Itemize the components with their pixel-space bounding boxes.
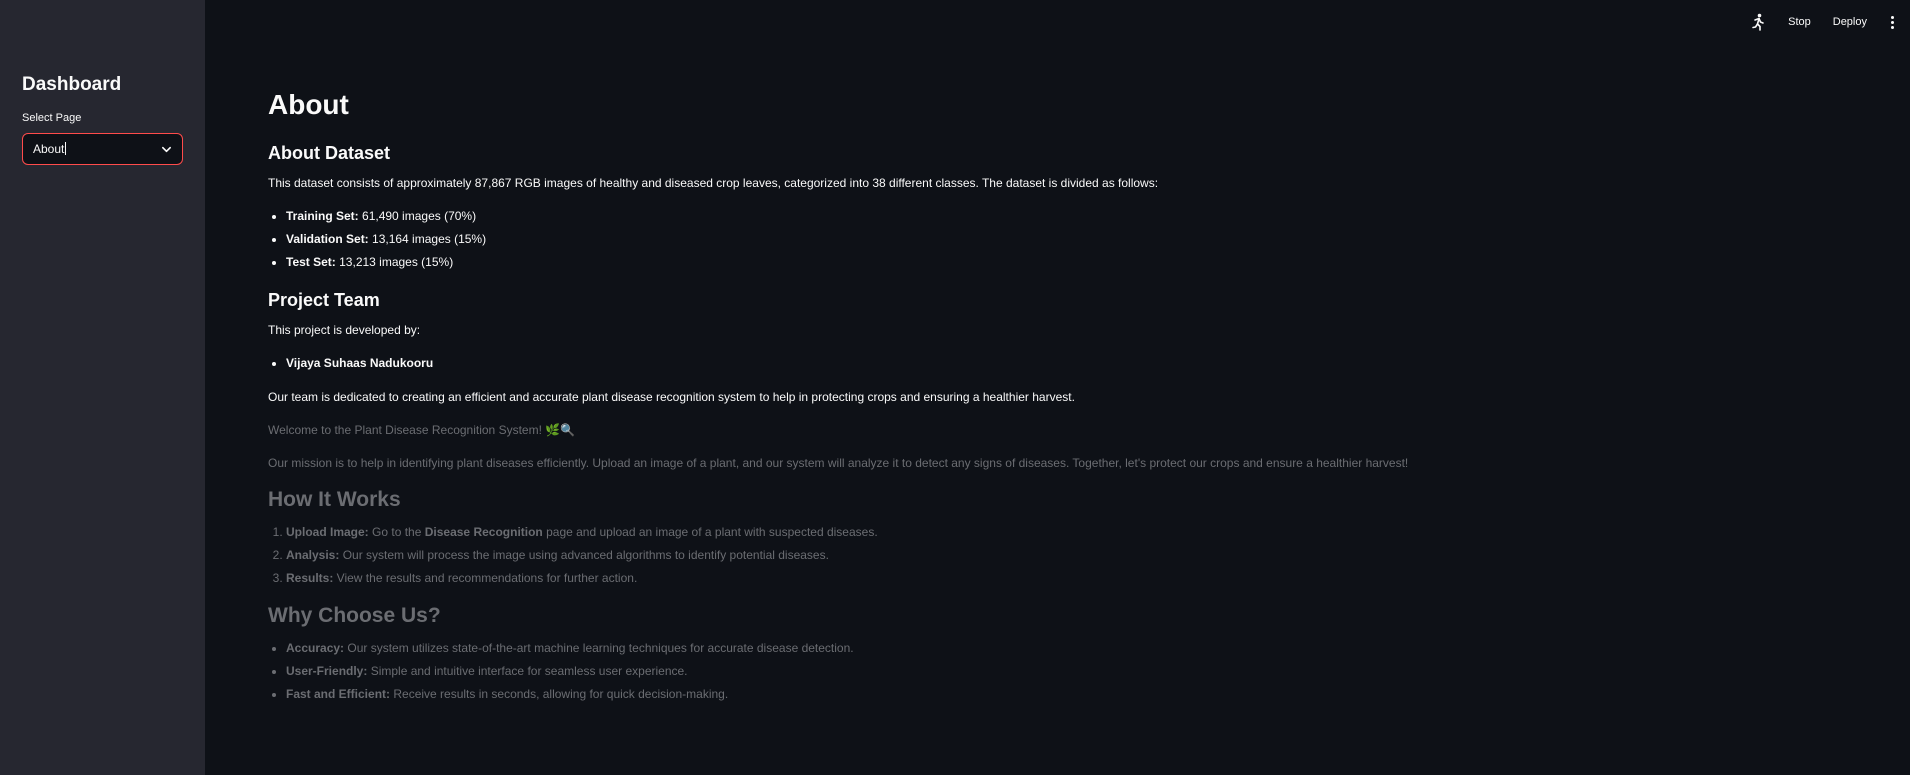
kebab-menu-icon[interactable] — [1889, 15, 1896, 29]
list-item: User-Friendly: Simple and intuitive inte… — [286, 662, 1868, 680]
team-list: Vijaya Suhaas Nadukooru — [268, 354, 1868, 372]
page-title: About — [268, 89, 349, 120]
why-heading: Why Choose Us? — [268, 604, 441, 627]
team-closing: Our team is dedicated to creating an eff… — [268, 390, 1075, 404]
dataset-list: Training Set: 61,490 images (70%) Valida… — [268, 207, 1868, 271]
select-page-label: Select Page — [22, 112, 82, 124]
stale-home-content: Welcome to the Plant Disease Recognition… — [268, 421, 1868, 703]
app-root: Dashboard Select Page About Stop Deploy … — [0, 0, 1910, 775]
dataset-intro: This dataset consists of approximately 8… — [268, 176, 1159, 190]
chevron-down-icon — [160, 143, 172, 155]
running-person-icon — [1750, 13, 1766, 31]
list-item: Vijaya Suhaas Nadukooru — [286, 354, 1868, 372]
sidebar: Dashboard Select Page About — [0, 0, 205, 775]
list-item: Fast and Efficient: Receive results in s… — [286, 685, 1868, 703]
list-item: Upload Image: Go to the Disease Recognit… — [286, 523, 1868, 541]
list-item: Results: View the results and recommenda… — [286, 569, 1868, 587]
list-item: Test Set: 13,213 images (15%) — [286, 253, 1868, 271]
list-item: Training Set: 61,490 images (70%) — [286, 207, 1868, 225]
select-page-value: About — [33, 142, 65, 156]
team-intro: This project is developed by: — [268, 323, 421, 337]
mission-text: Our mission is to help in identifying pl… — [268, 456, 1409, 470]
reasons-list: Accuracy: Our system utilizes state-of-t… — [268, 639, 1868, 703]
list-item: Validation Set: 13,164 images (15%) — [286, 230, 1868, 248]
stop-button[interactable]: Stop — [1788, 16, 1811, 28]
sidebar-title: Dashboard — [22, 74, 122, 95]
welcome-text: Welcome to the Plant Disease Recognition… — [268, 423, 576, 437]
main-content: About About Dataset This dataset consist… — [268, 84, 1868, 719]
deploy-button[interactable]: Deploy — [1833, 16, 1867, 28]
list-item: Accuracy: Our system utilizes state-of-t… — [286, 639, 1868, 657]
how-heading: How It Works — [268, 488, 401, 511]
steps-list: Upload Image: Go to the Disease Recognit… — [268, 523, 1868, 587]
select-page-dropdown[interactable]: About — [22, 133, 183, 165]
header-toolbar: Stop Deploy — [1750, 12, 1896, 32]
team-heading: Project Team — [268, 290, 380, 310]
dataset-heading: About Dataset — [268, 143, 391, 163]
list-item: Analysis: Our system will process the im… — [286, 546, 1868, 564]
